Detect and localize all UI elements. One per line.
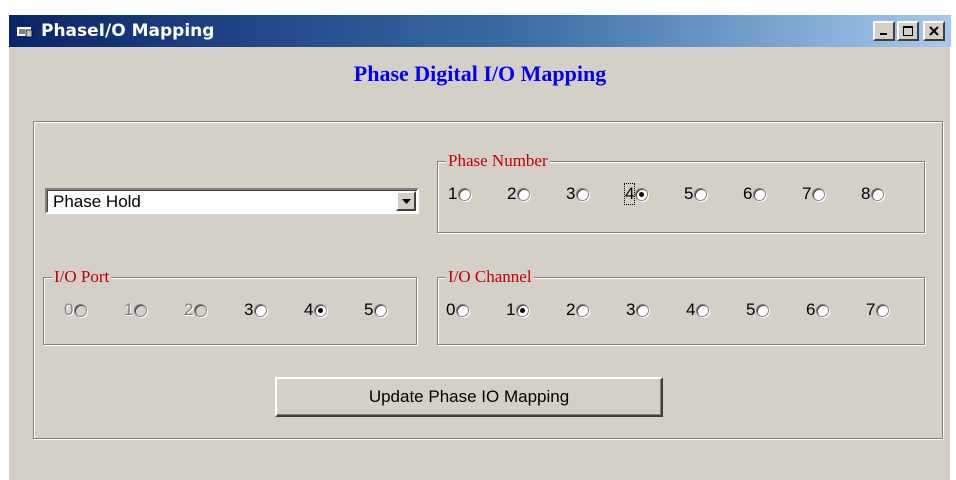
phase-number-radio-2[interactable]: 2 [507, 182, 531, 206]
io-port-radio-5[interactable]: 5 [364, 298, 388, 322]
chevron-down-icon [401, 198, 411, 204]
phase-number-radio-label: 5 [684, 184, 694, 203]
radio-button-circle[interactable] [254, 303, 268, 317]
io-port-radio-0: 0 [64, 298, 88, 322]
phase-number-radio-label: 7 [802, 184, 812, 203]
radio-button-circle[interactable] [696, 303, 710, 317]
io-port-label: I/O Port [52, 267, 112, 287]
io-port-radio-label: 0 [64, 300, 74, 319]
close-icon [929, 26, 939, 36]
phase-number-radio-label: 3 [566, 184, 576, 203]
io-channel-radio-label: 6 [806, 300, 816, 319]
radio-button-circle [74, 303, 88, 317]
radio-button-circle[interactable] [812, 187, 826, 201]
phase-number-radio-1[interactable]: 1 [448, 182, 472, 206]
radio-button-circle[interactable] [458, 187, 472, 201]
io-channel-radio-label: 5 [746, 300, 756, 319]
phase-io-mapping-window: PhaseI/O Mapping Phase Digital I/O Mappi… [8, 14, 951, 480]
radio-button-circle[interactable] [576, 303, 590, 317]
radio-button-circle[interactable] [374, 303, 388, 317]
io-channel-radio-label: 1 [506, 300, 516, 319]
phase-number-radio-label: 6 [743, 184, 753, 203]
radio-button-circle[interactable] [517, 187, 531, 201]
io-port-radio-label: 1 [124, 300, 134, 319]
radio-button-circle[interactable] [635, 187, 649, 201]
phase-number-radio-8[interactable]: 8 [861, 182, 885, 206]
io-port-radio-4[interactable]: 4 [304, 298, 328, 322]
phase-number-radio-3[interactable]: 3 [566, 182, 590, 206]
io-channel-radio-4[interactable]: 4 [686, 298, 710, 322]
io-channel-radio-label: 4 [686, 300, 696, 319]
phase-function-dropdown[interactable]: Phase Hold [45, 188, 419, 214]
maximize-icon [903, 26, 913, 36]
maximize-button[interactable] [897, 21, 919, 41]
io-port-radio-label: 3 [244, 300, 254, 319]
io-channel-radio-6[interactable]: 6 [806, 298, 830, 322]
io-channel-radio-label: 2 [566, 300, 576, 319]
io-port-group: I/O Port 0 1 2 3 4 5 [43, 267, 417, 345]
update-phase-io-mapping-button[interactable]: Update Phase IO Mapping [275, 377, 663, 417]
io-port-options: 0 1 2 3 4 5 [44, 298, 416, 322]
title-bar[interactable]: PhaseI/O Mapping [9, 15, 951, 47]
io-channel-radio-2[interactable]: 2 [566, 298, 590, 322]
io-port-radio-1: 1 [124, 298, 148, 322]
phase-number-radio-6[interactable]: 6 [743, 182, 767, 206]
phase-number-radio-4[interactable]: 4 [623, 182, 649, 206]
radio-button-circle [194, 303, 208, 317]
phase-number-radio-label: 2 [507, 184, 517, 203]
io-port-radio-2: 2 [184, 298, 208, 322]
io-channel-radio-5[interactable]: 5 [746, 298, 770, 322]
io-channel-radio-3[interactable]: 3 [626, 298, 650, 322]
app-window-icon [17, 24, 33, 38]
io-channel-radio-label: 7 [866, 300, 876, 319]
radio-button-circle[interactable] [516, 303, 530, 317]
close-button[interactable] [923, 21, 945, 41]
dropdown-selected-value: Phase Hold [53, 192, 141, 211]
io-port-radio-label: 5 [364, 300, 374, 319]
radio-selected-dot [318, 307, 324, 313]
io-port-radio-3[interactable]: 3 [244, 298, 268, 322]
minimize-icon [880, 33, 887, 35]
io-port-radio-label: 2 [184, 300, 194, 319]
io-channel-radio-1[interactable]: 1 [506, 298, 530, 322]
phase-number-radio-5[interactable]: 5 [684, 182, 708, 206]
radio-selected-dot [639, 191, 645, 197]
radio-button-circle[interactable] [876, 303, 890, 317]
phase-number-label: Phase Number [446, 151, 550, 171]
io-channel-radio-0[interactable]: 0 [446, 298, 470, 322]
io-channel-label: I/O Channel [446, 267, 534, 287]
io-channel-options: 0 1 2 3 4 5 6 7 [438, 298, 924, 322]
phase-number-radio-7[interactable]: 7 [802, 182, 826, 206]
radio-button-circle[interactable] [753, 187, 767, 201]
phase-number-options: 1 2 3 4 5 6 7 8 [438, 182, 924, 206]
io-channel-radio-label: 3 [626, 300, 636, 319]
window-title: PhaseI/O Mapping [41, 21, 215, 41]
radio-button-circle[interactable] [816, 303, 830, 317]
radio-button-circle[interactable] [871, 187, 885, 201]
dropdown-arrow-button[interactable] [396, 191, 416, 211]
phase-number-radio-label: 1 [448, 184, 458, 203]
radio-button-circle [134, 303, 148, 317]
radio-button-circle[interactable] [756, 303, 770, 317]
radio-button-circle[interactable] [314, 303, 328, 317]
radio-selected-dot [520, 307, 526, 313]
io-channel-radio-label: 0 [446, 300, 456, 319]
radio-button-circle[interactable] [694, 187, 708, 201]
radio-button-circle[interactable] [576, 187, 590, 201]
page-heading: Phase Digital I/O Mapping [353, 61, 607, 86]
phase-number-group: Phase Number 1 2 3 4 5 6 7 8 [437, 151, 925, 233]
radio-button-circle[interactable] [456, 303, 470, 317]
io-port-radio-label: 4 [304, 300, 314, 319]
io-channel-group: I/O Channel 0 1 2 3 4 5 6 7 [437, 267, 925, 345]
minimize-button[interactable] [873, 21, 895, 41]
phase-number-radio-label: 4 [623, 183, 636, 205]
radio-button-circle[interactable] [636, 303, 650, 317]
io-channel-radio-7[interactable]: 7 [866, 298, 890, 322]
phase-number-radio-label: 8 [861, 184, 871, 203]
